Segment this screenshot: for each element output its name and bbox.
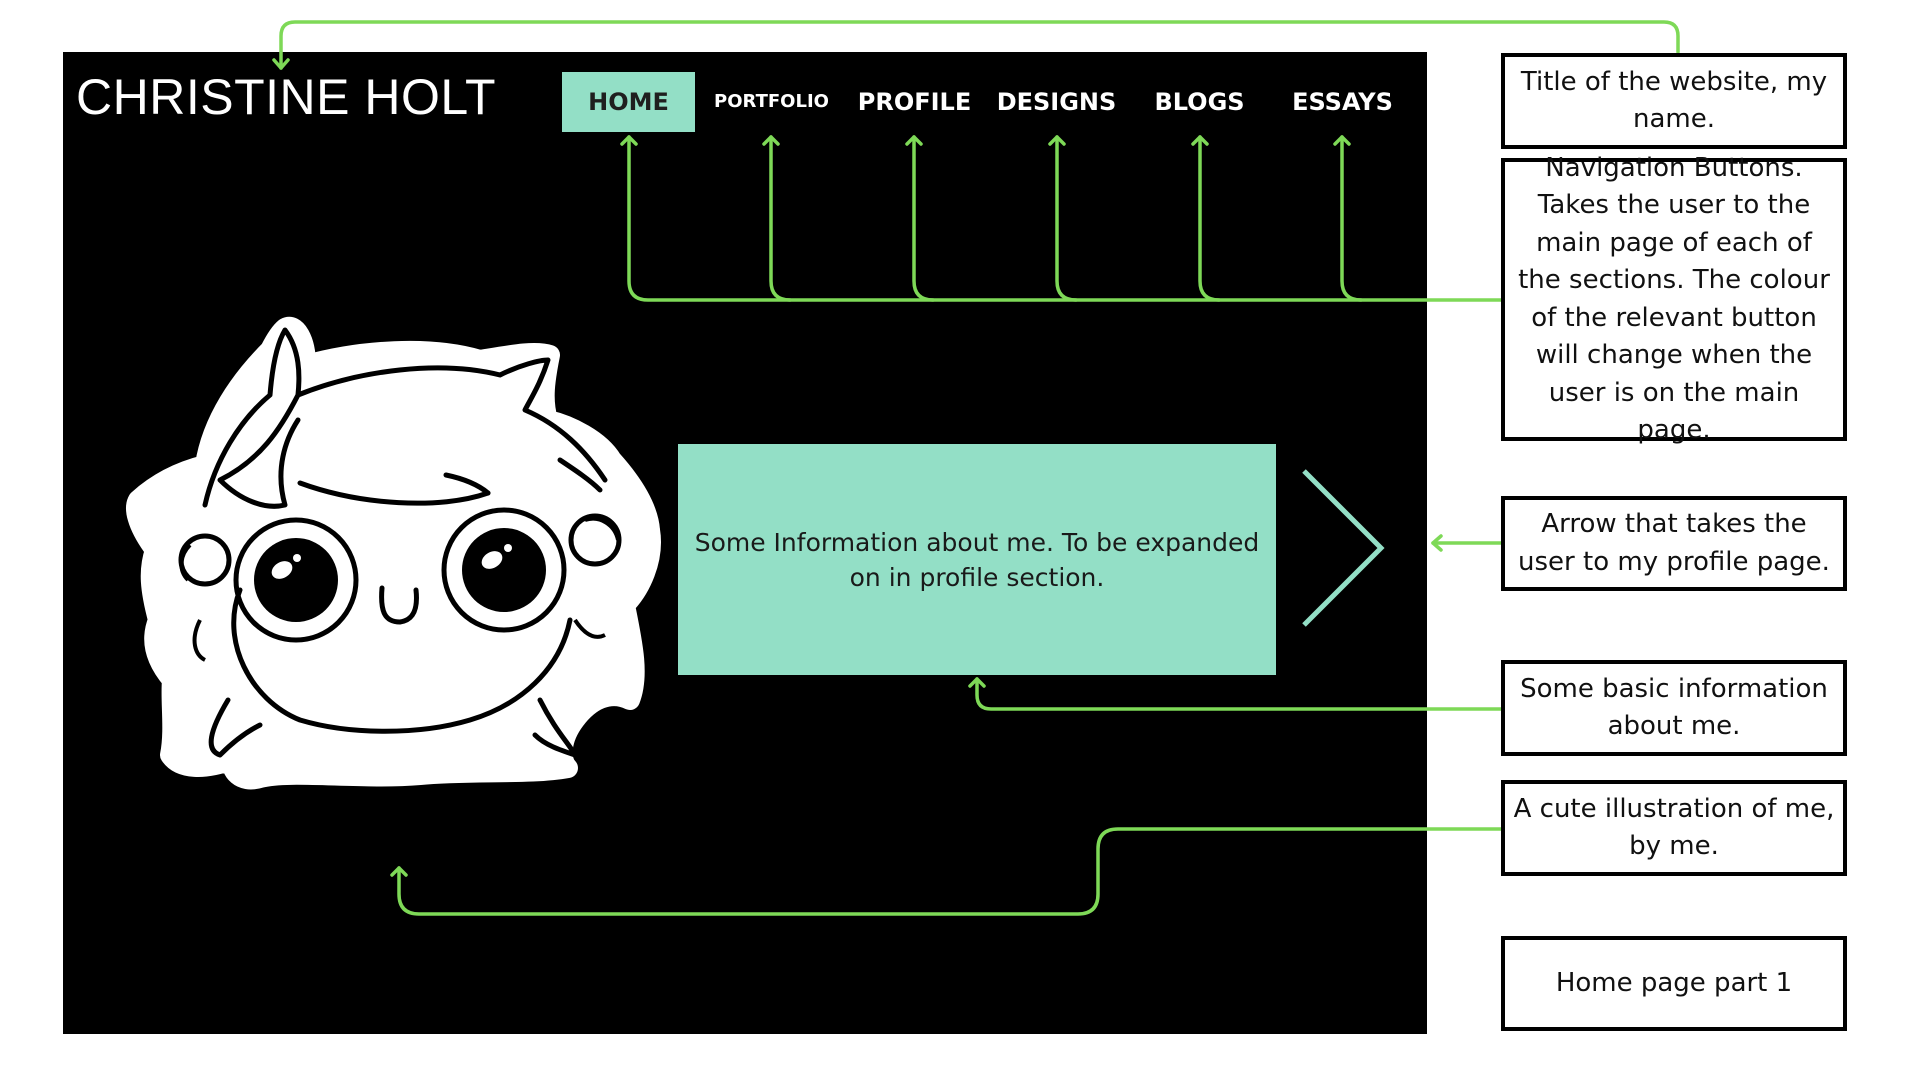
nav-designs-button[interactable]: DESIGNS: [990, 72, 1123, 132]
note-basic-info-text: Some basic information about me.: [1520, 673, 1828, 742]
nav-essays-button[interactable]: ESSAYS: [1276, 72, 1409, 132]
nav-profile-button[interactable]: PROFILE: [848, 72, 981, 132]
note-profile-arrow: Arrow that takes the user to my profile …: [1501, 496, 1847, 591]
note-navigation-text: Navigation Buttons. Takes the user to th…: [1518, 152, 1830, 446]
note-title-text: Title of the website, my name.: [1520, 66, 1828, 135]
about-me-box: Some Information about me. To be expande…: [678, 444, 1276, 675]
page-label: Home page part 1: [1501, 936, 1847, 1031]
note-basic-info: Some basic information about me.: [1501, 660, 1847, 756]
note-navigation: Navigation Buttons. Takes the user to th…: [1501, 153, 1847, 445]
note-profile-arrow-text: Arrow that takes the user to my profile …: [1518, 509, 1830, 577]
about-me-text: Some Information about me. To be expande…: [694, 527, 1260, 592]
nav-portfolio-button[interactable]: PORTFOLIO: [705, 72, 838, 132]
nav-home-button[interactable]: HOME: [562, 72, 695, 132]
page-label-text: Home page part 1: [1555, 967, 1793, 998]
note-title: Title of the website, my name.: [1501, 53, 1847, 149]
note-illustration: A cute illustration of me, by me.: [1501, 780, 1847, 876]
site-title: CHRISTINE HOLT: [76, 69, 496, 125]
nav-blogs-button[interactable]: BLOGS: [1133, 72, 1266, 132]
note-illustration-text: A cute illustration of me, by me.: [1513, 793, 1835, 862]
